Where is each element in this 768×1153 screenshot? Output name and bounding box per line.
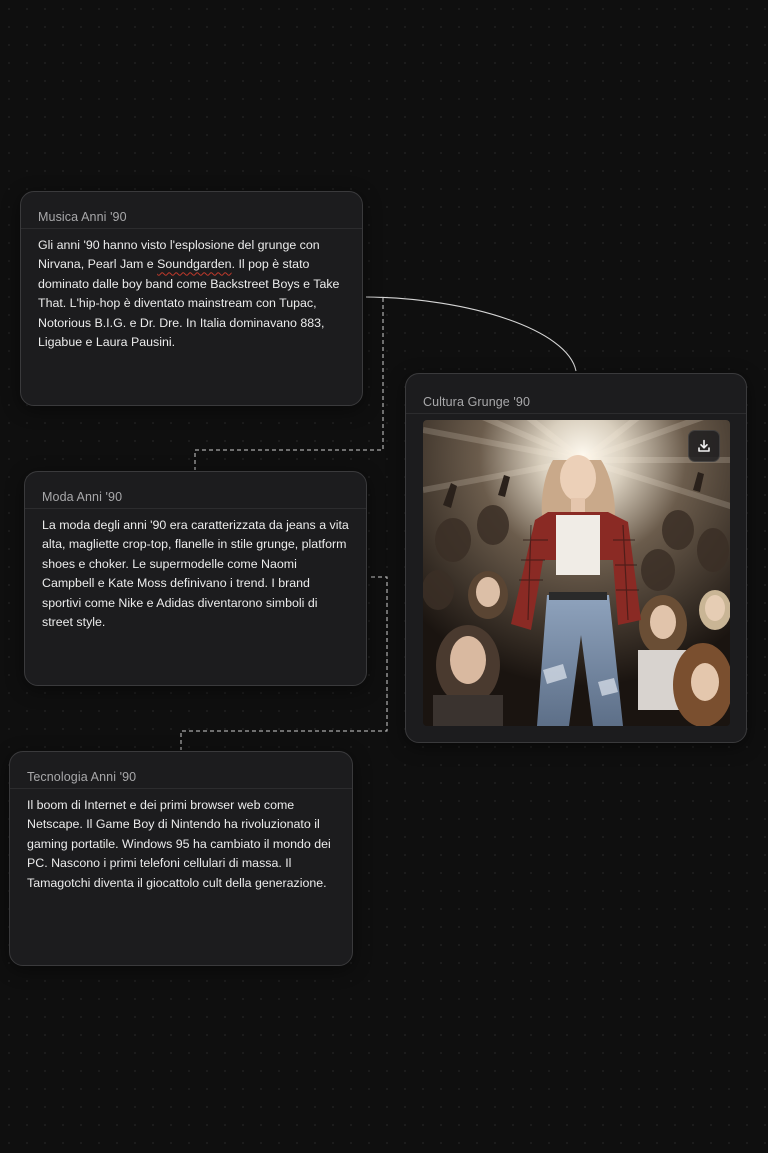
card-title: Cultura Grunge '90 (406, 374, 746, 414)
card-title: Moda Anni '90 (25, 472, 366, 509)
download-icon (698, 439, 710, 452)
card-moda[interactable]: Moda Anni '90 La moda degli anni '90 era… (24, 471, 367, 686)
card-grunge-image[interactable]: Cultura Grunge '90 (405, 373, 747, 743)
connector-musica-grunge (365, 296, 577, 372)
canvas: Musica Anni '90 Gli anni '90 hanno visto… (0, 0, 768, 1153)
generated-image[interactable] (423, 420, 730, 726)
card-text: Il boom di Internet e dei primi browser … (27, 798, 331, 890)
card-musica[interactable]: Musica Anni '90 Gli anni '90 hanno visto… (20, 191, 363, 406)
card-tecnologia[interactable]: Tecnologia Anni '90 Il boom di Internet … (9, 751, 353, 966)
download-button[interactable] (688, 430, 720, 462)
card-text: La moda degli anni '90 era caratterizzat… (42, 518, 349, 630)
card-title: Musica Anni '90 (21, 192, 362, 229)
spellcheck-flagged-word: Soundgarden (157, 257, 232, 272)
card-title: Tecnologia Anni '90 (10, 752, 352, 789)
card-text: Gli anni '90 hanno visto l'esplosione de… (21, 229, 362, 352)
concert-illustration (423, 420, 730, 726)
